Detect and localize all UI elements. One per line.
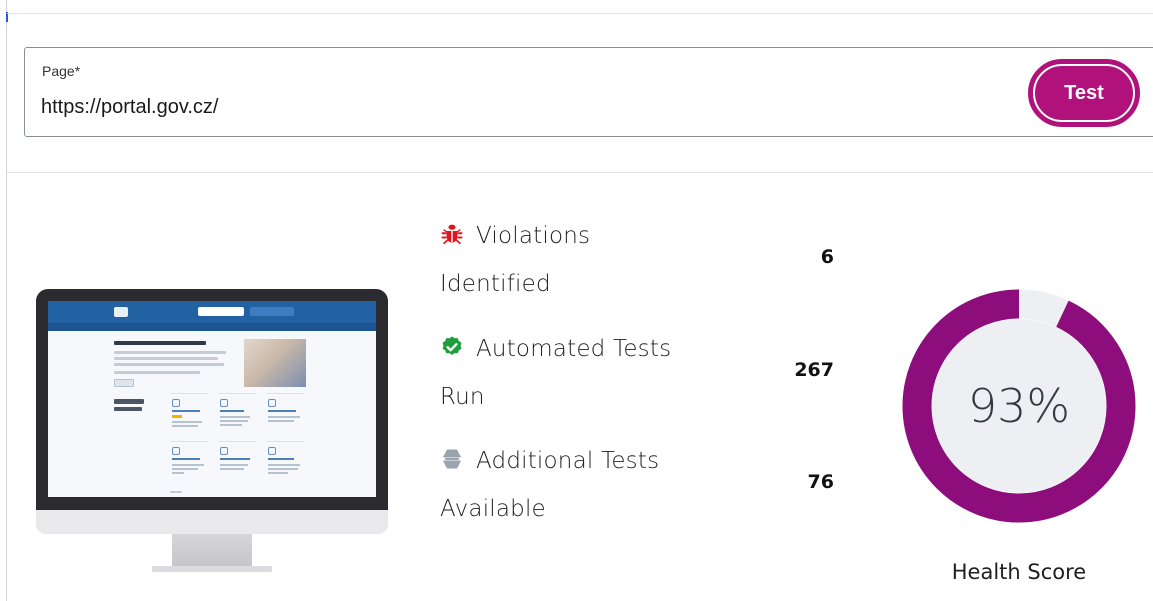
violations-count: 6 <box>820 246 834 268</box>
check-badge-icon <box>442 336 462 355</box>
health-score-gauge: 93% <box>899 286 1139 526</box>
page-field-label: Page* <box>42 63 81 79</box>
hexagon-minus-icon <box>441 449 463 469</box>
preview-text-line <box>114 357 218 360</box>
section-divider <box>7 172 1153 173</box>
preview-button <box>250 307 294 316</box>
preview-header <box>48 301 376 323</box>
monitor-bezel <box>36 289 388 510</box>
preview-subheading <box>114 399 144 404</box>
preview-card <box>218 441 256 486</box>
preview-card <box>170 441 208 486</box>
automated-label-line1: Automated Tests <box>476 336 672 362</box>
preview-card <box>218 393 256 438</box>
monitor-chin <box>36 510 388 534</box>
page-preview-monitor <box>36 289 388 581</box>
page-url-input[interactable] <box>41 93 941 121</box>
additional-label-line2: Available <box>440 496 546 522</box>
preview-photo <box>244 339 306 387</box>
preview-text-line <box>114 351 226 354</box>
page-url-form: Page* Test <box>24 47 1153 137</box>
left-border <box>6 0 7 601</box>
preview-nav <box>48 323 376 331</box>
preview-logo <box>114 307 128 317</box>
preview-card <box>266 393 304 438</box>
preview-small-button <box>114 379 134 387</box>
page-frame: Page* Test <box>0 0 1153 601</box>
test-button[interactable]: Test <box>1028 59 1140 127</box>
violations-label-line1: Violations <box>476 223 591 249</box>
page-preview-screenshot <box>48 301 376 497</box>
top-divider <box>7 13 1153 14</box>
stat-automated-tests: Automated Tests Run 267 <box>440 325 840 421</box>
test-button-label: Test <box>1033 64 1135 122</box>
additional-label-line1: Additional Tests <box>476 448 660 474</box>
automated-tests-count: 267 <box>794 359 834 381</box>
preview-card <box>266 441 304 486</box>
additional-tests-count: 76 <box>807 471 834 493</box>
health-score-caption: Health Score <box>951 560 1087 584</box>
health-score-value: 93% <box>967 379 1071 433</box>
stat-violations: Violations Identified 6 <box>440 212 840 308</box>
monitor-base <box>152 566 272 572</box>
preview-heading <box>114 341 206 345</box>
violations-label-line2: Identified <box>440 271 551 297</box>
preview-subheading <box>114 407 142 411</box>
stat-additional-tests: Additional Tests Available 76 <box>440 437 840 533</box>
automated-label-line2: Run <box>440 384 485 410</box>
preview-text-line <box>170 491 182 493</box>
preview-card <box>170 393 208 438</box>
preview-search <box>198 307 244 316</box>
preview-text-line <box>114 363 224 366</box>
bug-icon <box>441 224 463 245</box>
monitor-stand <box>172 534 252 566</box>
preview-text-line <box>114 371 200 374</box>
